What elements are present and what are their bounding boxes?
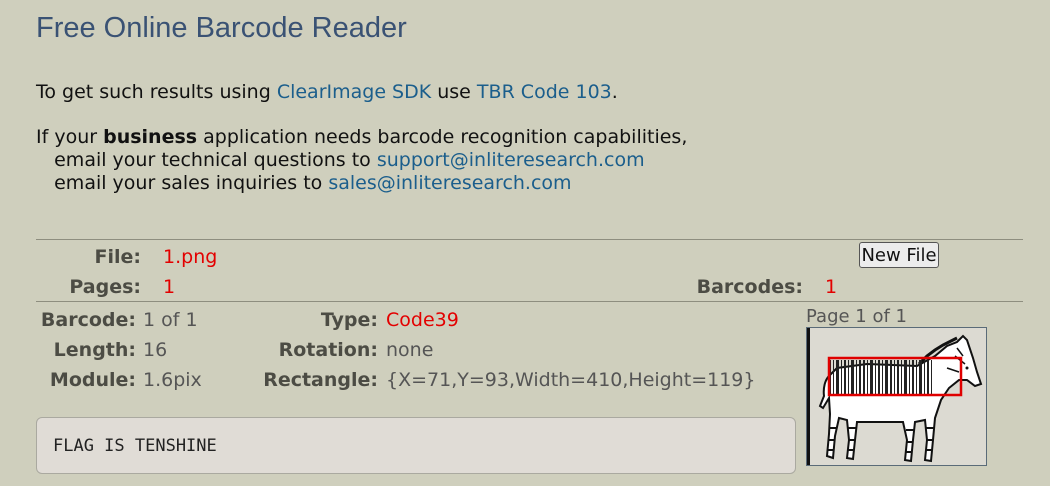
business-text-after: application needs barcode recognition ca…: [197, 126, 688, 148]
rectangle-value: {X=71,Y=93,Width=410,Height=119}: [386, 369, 756, 391]
pages-value: 1: [163, 276, 176, 298]
zebra-barcode-icon: [807, 328, 983, 465]
business-bold: business: [103, 126, 198, 148]
barcode-value: 1 of 1: [143, 309, 198, 331]
barcode-label: Barcode:: [40, 309, 136, 331]
length-value: 16: [143, 339, 168, 361]
tech-email-text: email your technical questions to: [36, 149, 377, 171]
page-indicator: Page 1 of 1: [806, 306, 907, 327]
intro-text-after: .: [611, 81, 618, 103]
rotation-value: none: [386, 339, 434, 361]
barcode-preview-image[interactable]: [806, 327, 987, 466]
type-value: Code39: [386, 309, 459, 331]
support-email-link[interactable]: support@inliteresearch.com: [377, 149, 645, 171]
intro-text-middle: use: [431, 81, 477, 103]
sales-email-text: email your sales inquiries to: [36, 172, 329, 194]
page-title: Free Online Barcode Reader: [36, 12, 407, 44]
business-text-before: If your: [36, 126, 104, 148]
divider-middle: [36, 301, 1023, 302]
file-label: File:: [94, 246, 142, 268]
type-label: Type:: [320, 309, 378, 331]
intro-text-before: To get such results using: [36, 81, 277, 103]
file-value: 1.png: [163, 246, 218, 268]
decoded-text-box[interactable]: FLAG IS TENSHINE: [36, 417, 796, 474]
tech-email-line: email your technical questions to suppor…: [36, 149, 645, 172]
module-label: Module:: [49, 369, 136, 391]
module-value: 1.6pix: [143, 369, 202, 391]
rectangle-label: Rectangle:: [263, 369, 378, 391]
sales-email-line: email your sales inquiries to sales@inli…: [36, 172, 571, 195]
barcodes-value: 1: [825, 276, 838, 298]
sales-email-link[interactable]: sales@inliteresearch.com: [328, 172, 571, 194]
tbr-code-link[interactable]: TBR Code 103: [477, 81, 612, 103]
new-file-button[interactable]: New File: [859, 242, 939, 268]
pages-label: Pages:: [69, 276, 141, 298]
clearimage-sdk-link[interactable]: ClearImage SDK: [277, 81, 431, 103]
length-label: Length:: [53, 339, 136, 361]
business-paragraph: If your business application needs barco…: [36, 126, 687, 149]
rotation-label: Rotation:: [278, 339, 378, 361]
barcodes-label: Barcodes:: [696, 276, 803, 298]
intro-paragraph: To get such results using ClearImage SDK…: [36, 81, 618, 104]
divider-top: [36, 239, 1023, 240]
decoded-text: FLAG IS TENSHINE: [53, 436, 217, 456]
